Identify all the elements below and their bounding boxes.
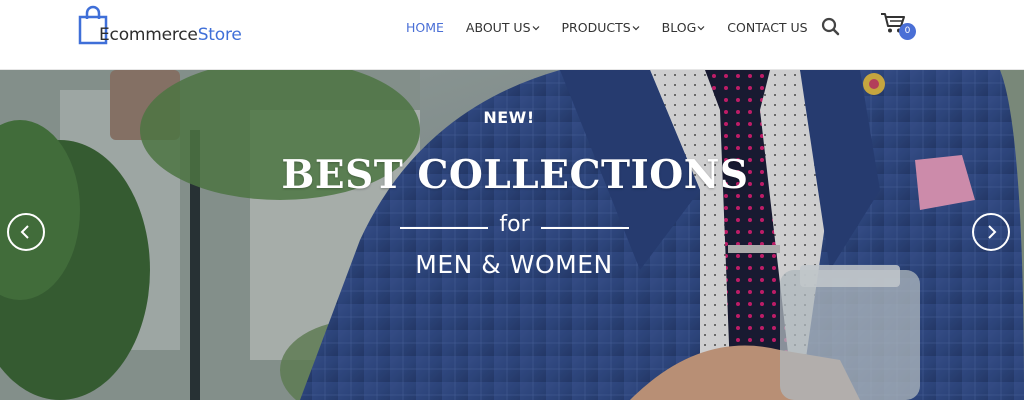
chevron-right-icon	[988, 225, 997, 239]
slider-next-button[interactable]	[972, 213, 1010, 251]
search-icon	[821, 17, 840, 36]
nav-item-label: PRODUCTS	[561, 20, 631, 35]
main-nav: HOME ABOUT US PRODUCTS BLOG CONTACT US	[406, 20, 830, 35]
hero-connector: for	[499, 212, 530, 237]
chevron-left-icon	[20, 225, 29, 239]
chevron-down-icon	[697, 25, 705, 30]
search-button[interactable]	[820, 16, 842, 38]
nav-item-products[interactable]: PRODUCTS	[562, 20, 640, 35]
nav-item-contact-us[interactable]: CONTACT US	[727, 20, 807, 35]
brand-name: EcommerceStore	[99, 25, 242, 45]
divider-line	[400, 227, 488, 229]
cart-button[interactable]: 0	[880, 11, 920, 43]
hero-badge: NEW!	[483, 108, 535, 127]
brand-name-part2: Store	[197, 25, 242, 45]
chevron-down-icon	[532, 25, 539, 30]
slider-prev-button[interactable]	[7, 213, 45, 251]
brand-name-part1: Ecommerce	[99, 25, 198, 45]
nav-item-blog[interactable]: BLOG	[662, 20, 706, 35]
nav-item-label: ABOUT US	[465, 20, 531, 35]
divider-line	[541, 227, 629, 229]
hero-subtitle: MEN & WOMEN	[415, 250, 613, 279]
nav-item-label: HOME	[406, 20, 444, 35]
nav-item-label: BLOG	[661, 20, 697, 35]
nav-item-about-us[interactable]: ABOUT US	[466, 20, 540, 35]
chevron-down-icon	[632, 25, 640, 30]
hero-connector-row: for	[400, 212, 630, 242]
site-header: EcommerceStore HOME ABOUT US PRODUCTS BL…	[0, 0, 1024, 70]
hero-title: BEST COLLECTIONS	[281, 152, 749, 198]
nav-item-home[interactable]: HOME	[406, 20, 444, 35]
nav-item-label: CONTACT US	[727, 20, 808, 35]
cart-count-badge: 0	[899, 23, 916, 40]
